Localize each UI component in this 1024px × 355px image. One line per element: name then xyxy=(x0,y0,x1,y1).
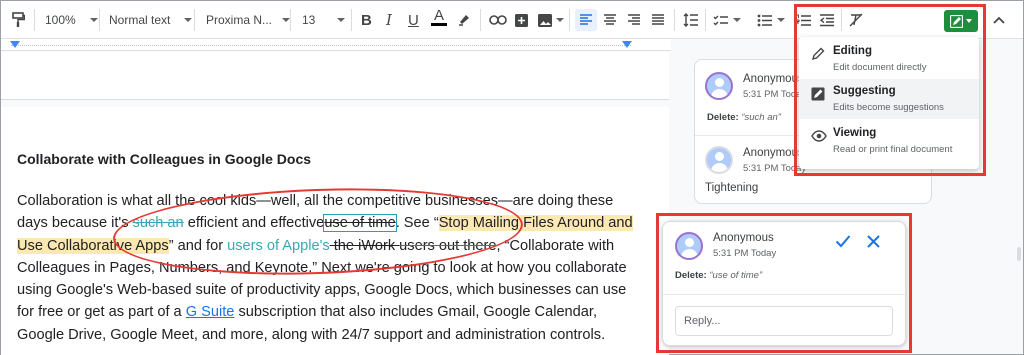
add-comment-icon[interactable] xyxy=(514,9,529,31)
font-value: Proxima N... xyxy=(206,13,273,27)
zoom-value: 100% xyxy=(45,13,76,27)
left-indent-marker[interactable] xyxy=(10,41,20,48)
chevron-down-icon xyxy=(777,18,785,22)
checklist-icon[interactable] xyxy=(713,9,741,31)
document-heading: Collaborate with Colleagues in Google Do… xyxy=(17,151,312,167)
font-select[interactable]: Proxima N... xyxy=(206,9,291,31)
justify-button[interactable] xyxy=(651,9,665,31)
paragraph-line: for free or get as part of a G Suite sub… xyxy=(17,304,598,321)
scrollbar-thumb[interactable] xyxy=(1017,247,1021,261)
collapse-menus-icon[interactable] xyxy=(993,9,1005,31)
annotation-box-comment xyxy=(656,213,912,353)
chevron-down-icon xyxy=(556,18,564,22)
avatar xyxy=(705,146,733,174)
paragraph-line: using Google's Web-based suite of produc… xyxy=(17,282,627,299)
chevron-down-icon xyxy=(89,18,98,22)
paragraph-line: Google Drive, Google Meet, and more, alo… xyxy=(17,326,606,343)
font-size-select[interactable]: 13 xyxy=(302,9,346,31)
previous-page xyxy=(1,52,669,100)
annotation-box-mode-menu xyxy=(794,4,986,176)
chevron-down-icon xyxy=(337,18,346,22)
right-indent-marker[interactable] xyxy=(622,41,632,48)
text-color-button[interactable]: A xyxy=(431,8,447,31)
style-select[interactable]: Normal text xyxy=(109,9,193,31)
zoom-select[interactable]: 100% xyxy=(45,9,98,31)
chevron-down-icon xyxy=(184,18,193,22)
docs-window: 100% Normal text Proxima N... 13 B I U A xyxy=(0,0,1024,355)
avatar xyxy=(705,72,733,100)
highlight-icon[interactable] xyxy=(457,9,471,31)
underline-button[interactable]: U xyxy=(408,9,419,31)
insert-image-icon[interactable] xyxy=(537,9,564,31)
align-center-button[interactable] xyxy=(603,9,617,31)
comment-text: Tightening xyxy=(705,182,759,194)
bulleted-list-icon[interactable] xyxy=(757,9,785,31)
line-spacing-icon[interactable] xyxy=(683,9,699,31)
style-value: Normal text xyxy=(109,13,171,27)
comment-delete-summary: Delete: “such an” xyxy=(707,112,781,123)
paint-format-icon[interactable] xyxy=(11,9,25,31)
align-right-button[interactable] xyxy=(627,9,641,31)
link-icon[interactable] xyxy=(489,9,507,31)
bold-button[interactable]: B xyxy=(361,9,372,31)
align-left-button[interactable] xyxy=(575,9,597,31)
g-suite-link[interactable]: G Suite xyxy=(186,304,235,320)
font-size-value: 13 xyxy=(302,13,316,27)
ruler[interactable] xyxy=(1,39,671,51)
italic-button[interactable]: I xyxy=(386,9,392,31)
chevron-down-icon xyxy=(282,18,291,22)
chevron-down-icon xyxy=(733,18,741,22)
